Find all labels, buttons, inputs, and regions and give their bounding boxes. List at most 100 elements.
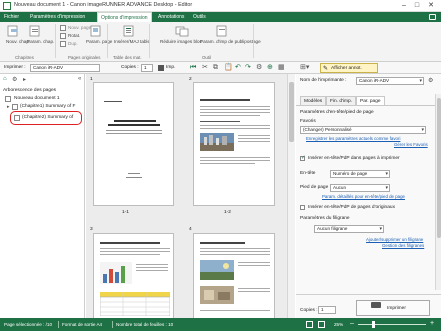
settings-icon[interactable]: ⚙ <box>256 64 264 72</box>
text-line <box>126 177 142 178</box>
text-line <box>200 163 255 164</box>
reduce-images-icon[interactable] <box>174 25 190 37</box>
status-divider <box>112 321 113 328</box>
close-button[interactable]: ✕ <box>426 1 436 10</box>
printer-select[interactable]: Canon iR-ADV <box>30 64 100 72</box>
insert-origin-checkbox[interactable] <box>300 205 305 210</box>
divider <box>296 294 441 295</box>
mail-merge-icon[interactable] <box>214 25 230 37</box>
status-total: Nombre total de feuilles : 10 <box>116 322 174 327</box>
entete-select[interactable]: Numéro de page <box>330 170 390 178</box>
inserer-mai-label: Insérer/MAJ table <box>114 39 150 44</box>
text-line <box>200 112 270 113</box>
table-graphic <box>99 292 171 317</box>
status-format: Format de sortie A4 <box>62 322 103 327</box>
copy-icon[interactable]: ⧉ <box>213 64 221 72</box>
document-icon <box>5 96 11 102</box>
copies-input-right[interactable]: 1 <box>318 306 336 314</box>
new-chapter-icon[interactable] <box>5 25 21 37</box>
copies-input[interactable]: 1 <box>141 64 153 72</box>
group-table-label: Table des mat. <box>113 55 142 60</box>
zoom-slider-track[interactable] <box>358 324 426 325</box>
group-outil-label: Outil <box>202 55 212 60</box>
expand-arrow-icon[interactable]: ▸ <box>7 104 10 110</box>
menu-annotations[interactable]: Annotations <box>155 12 187 22</box>
enregistrer-favori-link[interactable]: Enregistrer les paramètres actuels comme… <box>306 136 400 141</box>
fit-width-icon[interactable] <box>318 321 325 328</box>
text-line <box>100 254 160 255</box>
paste-icon[interactable]: 📋 <box>224 64 233 72</box>
zoom-icon[interactable]: ⊕ <box>267 64 275 72</box>
scissors-icon[interactable]: ✂ <box>202 64 210 72</box>
view-icon[interactable]: ⊞▾ <box>300 64 312 72</box>
rotat-label[interactable]: Rotat. <box>68 33 80 38</box>
redo-icon[interactable]: ↷ <box>245 64 253 72</box>
annotation-icon: ✎ <box>323 66 329 72</box>
favoris-select[interactable]: (Changer) Personnalisé <box>300 126 426 134</box>
imp-button[interactable]: Imp. <box>166 65 175 70</box>
fit-page-icon[interactable] <box>306 321 313 328</box>
first-page-icon[interactable]: ⏮ <box>190 64 198 72</box>
new-page-icon[interactable] <box>60 25 66 31</box>
afficher-annot-button[interactable]: ✎ Afficher annot. <box>320 63 378 73</box>
minimize-button[interactable]: – <box>399 1 409 10</box>
tree-chapter-2[interactable]: (Chapitre2) Summary of <box>22 115 73 120</box>
page-caption: 1-2 <box>224 210 231 215</box>
photo-graphic <box>200 260 234 280</box>
help-icon[interactable] <box>429 14 436 20</box>
dup-label[interactable]: Dup. <box>68 41 78 46</box>
tree-title: Arborescence des pages <box>3 88 57 93</box>
tree-pin-icon[interactable]: ⌂ <box>3 76 7 82</box>
filigrane-select[interactable]: Aucun filigrane <box>314 225 384 233</box>
text-line <box>200 109 270 110</box>
page-caption: 1-1 <box>122 210 129 215</box>
chapter-settings-icon[interactable] <box>27 25 43 37</box>
menu-parametres-impression[interactable]: Paramètres d'impression <box>27 12 88 22</box>
tree-expand-icon[interactable]: ▸ <box>23 76 26 83</box>
zoom-in-icon[interactable]: + <box>430 320 434 328</box>
duplicate-icon[interactable] <box>60 41 66 47</box>
text-line <box>238 265 270 266</box>
param-detailles-link[interactable]: Param. détaillés pour en-tête/pied de pa… <box>322 194 405 199</box>
scrollbar-thumb[interactable] <box>289 82 294 142</box>
panel-close-icon[interactable]: « <box>78 76 81 82</box>
ajouter-filigrane-link[interactable]: Ajouter/supprimer un filigrane <box>366 237 423 242</box>
gestion-filigranes-link[interactable]: Gestion des filigranes <box>382 243 424 248</box>
preview-scrollbar[interactable] <box>287 74 295 318</box>
toc-icon[interactable] <box>121 25 137 37</box>
zoom-out-icon[interactable]: – <box>350 320 354 328</box>
bar-chart-graphic <box>100 262 132 284</box>
grid-icon[interactable]: ▦ <box>278 64 286 72</box>
filigrane-title: Paramètres du filigrane <box>300 216 350 221</box>
tree-settings-icon[interactable]: ⚙ <box>12 76 17 83</box>
window-title: Nouveau document 1 - Canon imageRUNNER A… <box>14 2 193 8</box>
maximize-button[interactable]: □ <box>412 1 422 10</box>
settings-scrollbar[interactable] <box>435 94 441 290</box>
page-thumbnail-4[interactable] <box>193 233 275 323</box>
tree-root[interactable]: Nouveau document 1 <box>14 96 60 101</box>
page-thumbnail-2[interactable] <box>193 82 275 206</box>
ribbon: Nouv. chap. Param. chap. Chapitres Nouv.… <box>0 22 441 62</box>
menu-fichier[interactable]: Fichier <box>1 12 22 22</box>
print-button[interactable]: Imprimer <box>356 300 430 316</box>
gerer-favoris-link[interactable]: Gérer les Favoris <box>394 142 428 147</box>
print-icon[interactable] <box>158 65 164 71</box>
menu-outils[interactable]: Outils <box>190 12 209 22</box>
ribbon-separator <box>55 24 56 58</box>
insert-header-checkbox[interactable] <box>300 155 306 161</box>
menu-options-impression[interactable]: Options d'impression <box>97 12 152 22</box>
print-button-label: Imprimer <box>387 306 406 311</box>
zoom-slider-thumb[interactable] <box>372 321 375 328</box>
tree-chapter-1[interactable]: (Chapitre1) Summary of F <box>20 104 75 109</box>
page-settings-icon[interactable] <box>88 25 104 37</box>
page-thumbnail-1[interactable] <box>93 82 174 206</box>
printer-settings-icon[interactable]: ⚙ <box>428 77 433 84</box>
printer-name-select[interactable]: Canon iR-ADV <box>356 77 424 85</box>
page-preview-area: 1 2 1-1 1-2 3 4 <box>86 74 295 323</box>
page-thumbnail-3[interactable] <box>93 233 174 323</box>
rotate-icon[interactable] <box>60 33 66 39</box>
pied-select[interactable]: Aucun <box>330 184 390 192</box>
scrollbar-thumb[interactable] <box>437 98 441 238</box>
undo-icon[interactable]: ↶ <box>235 64 243 72</box>
text-line <box>200 99 250 101</box>
